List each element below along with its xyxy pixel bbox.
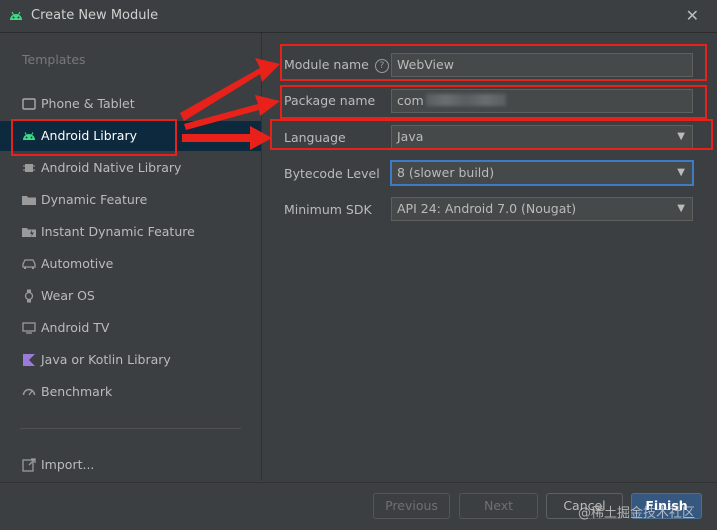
kotlin-icon — [23, 354, 35, 366]
sidebar-item-label: Wear OS — [41, 288, 95, 303]
bytecode-level-select[interactable]: 8 (slower build) ▼ — [391, 161, 693, 185]
language-select[interactable]: Java ▼ — [391, 125, 693, 149]
tv-icon — [22, 322, 36, 334]
phone-tablet-icon — [22, 98, 36, 110]
import-label: Import... — [41, 457, 95, 472]
sidebar-item-label: Java or Kotlin Library — [41, 352, 171, 367]
gauge-icon — [22, 388, 36, 396]
language-label: Language — [284, 130, 346, 145]
minimum-sdk-label: Minimum SDK — [284, 202, 372, 217]
chip-icon — [23, 164, 35, 172]
import-button[interactable]: Import... — [0, 450, 261, 480]
redacted-text — [425, 94, 506, 106]
sidebar-item-label: Android Library — [41, 128, 138, 143]
sidebar-item-label: Android TV — [41, 320, 110, 335]
templates-sidebar: Templates Phone & Tablet Android Library… — [0, 33, 262, 481]
sidebar-item-dynamic-feature[interactable]: Dynamic Feature — [0, 185, 261, 215]
car-icon — [22, 259, 36, 269]
window-title: Create New Module — [31, 8, 159, 23]
sidebar-item-java-kotlin-library[interactable]: Java or Kotlin Library — [0, 345, 261, 375]
sidebar-item-label: Android Native Library — [41, 160, 182, 175]
watermark: @稀土掘金技术社区 — [578, 506, 696, 521]
previous-button[interactable]: Previous — [373, 493, 450, 519]
sidebar-item-phone-tablet[interactable]: Phone & Tablet — [0, 89, 261, 119]
android-studio-icon — [10, 11, 22, 20]
folder-icon — [22, 228, 36, 237]
sidebar-item-label: Automotive — [41, 256, 114, 271]
chevron-down-icon: ▼ — [677, 203, 685, 214]
bytecode-level-label: Bytecode Level — [284, 166, 380, 181]
sidebar-item-label: Dynamic Feature — [41, 192, 148, 207]
import-icon — [22, 458, 36, 472]
sidebar-item-label: Instant Dynamic Feature — [41, 224, 195, 239]
templates-heading: Templates — [22, 52, 86, 67]
package-name-label: Package name — [284, 93, 376, 108]
sidebar-item-instant-dynamic-feature[interactable]: Instant Dynamic Feature — [0, 217, 261, 247]
sidebar-item-android-library[interactable]: Android Library — [0, 121, 261, 151]
module-name-label: Module name? — [284, 57, 389, 73]
package-name-input[interactable]: com — [391, 89, 693, 113]
minimum-sdk-select[interactable]: API 24: Android 7.0 (Nougat) ▼ — [391, 197, 693, 221]
folder-icon — [22, 196, 36, 205]
sidebar-item-benchmark[interactable]: Benchmark — [0, 377, 261, 407]
help-icon[interactable]: ? — [374, 59, 389, 73]
module-form: Module name? WebView Package name com La… — [262, 33, 717, 481]
chevron-down-icon: ▼ — [677, 167, 685, 178]
chevron-down-icon: ▼ — [677, 131, 685, 142]
sidebar-item-android-native-library[interactable]: Android Native Library — [0, 153, 261, 183]
watch-icon — [24, 289, 34, 303]
sidebar-divider — [20, 428, 241, 429]
title-bar: Create New Module ✕ — [0, 0, 717, 33]
next-button[interactable]: Next — [459, 493, 538, 519]
android-icon — [23, 132, 35, 140]
sidebar-item-android-tv[interactable]: Android TV — [0, 313, 261, 343]
close-icon[interactable]: ✕ — [686, 6, 699, 25]
sidebar-item-label: Phone & Tablet — [41, 96, 135, 111]
module-name-input[interactable]: WebView — [391, 53, 693, 77]
sidebar-item-automotive[interactable]: Automotive — [0, 249, 261, 279]
sidebar-item-label: Benchmark — [41, 384, 113, 399]
sidebar-item-wear-os[interactable]: Wear OS — [0, 281, 261, 311]
